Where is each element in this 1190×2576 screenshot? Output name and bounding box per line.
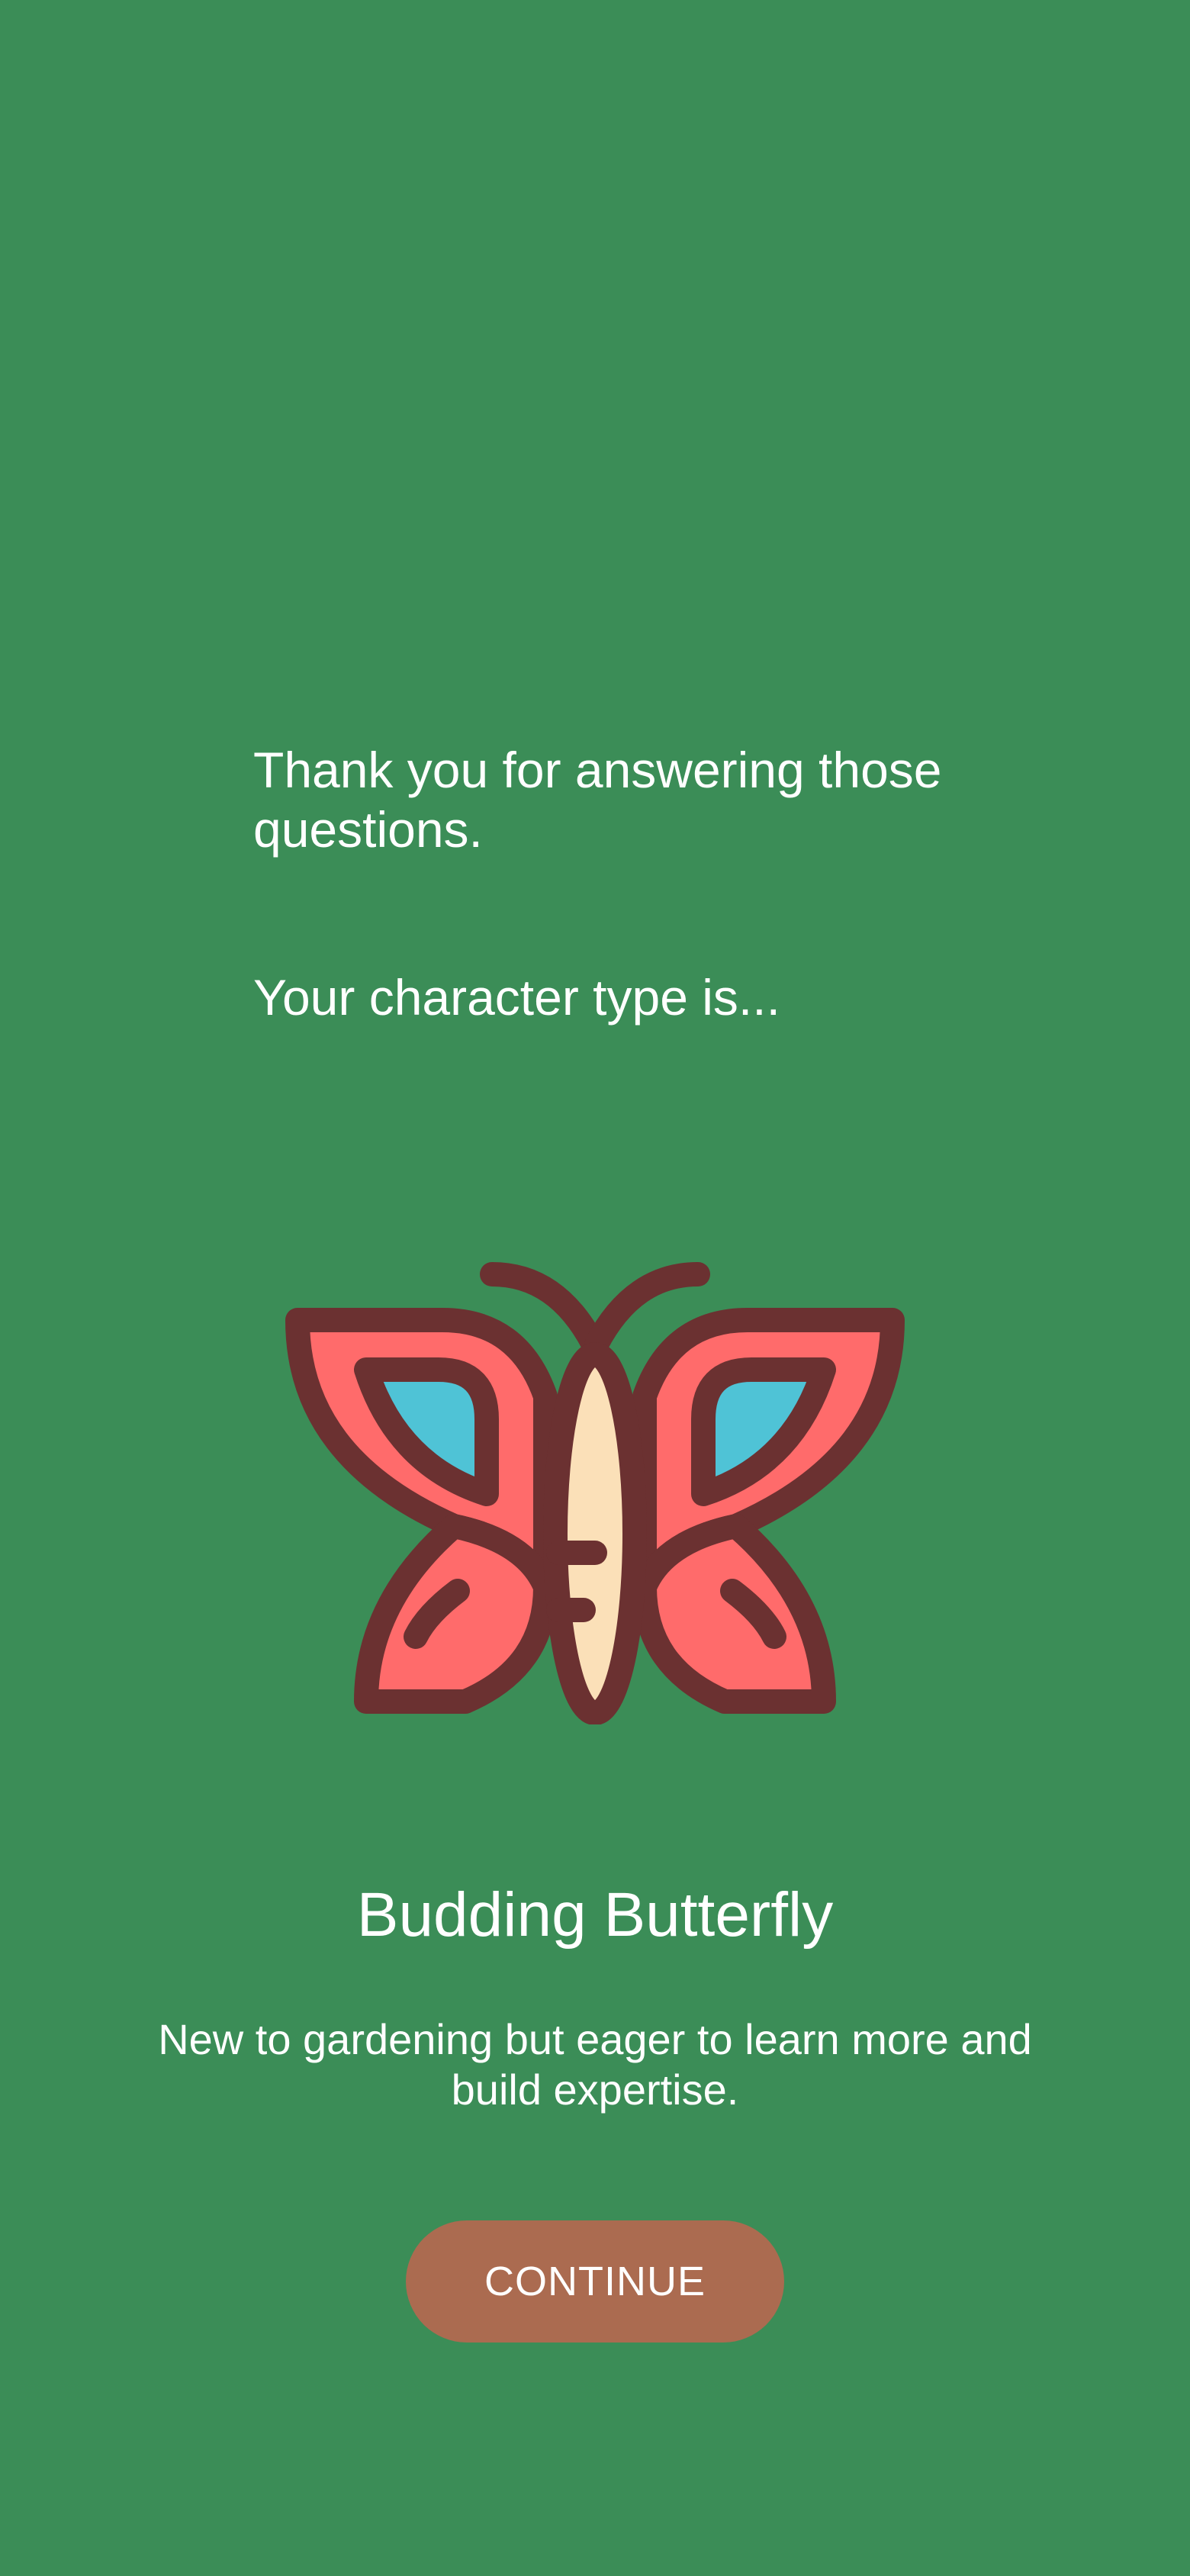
character-type-description: New to gardening but eager to learn more… <box>158 2015 1032 2114</box>
butterfly-icon <box>285 1262 905 1724</box>
continue-button[interactable]: CONTINUE <box>406 2220 784 2343</box>
reveal-message: Your character type is... <box>253 969 780 1026</box>
thanks-message: Thank you for answering those questions. <box>253 742 942 858</box>
character-type-title: Budding Butterfly <box>356 1880 834 1950</box>
character-result-screen: Thank you for answering those questions.… <box>0 0 1190 2576</box>
